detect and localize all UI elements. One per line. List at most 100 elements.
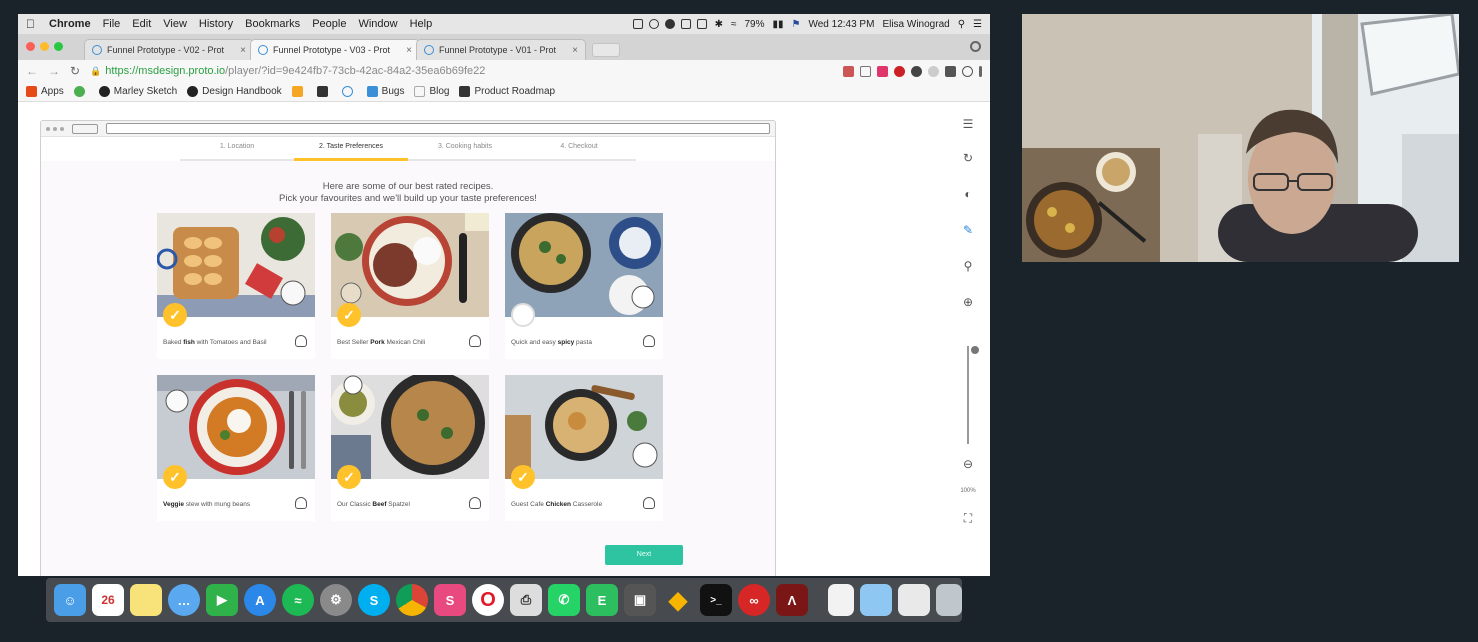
status-app-icon[interactable] bbox=[632, 19, 643, 29]
browser-tab[interactable]: Funnel Prototype - V02 - Prot × bbox=[84, 39, 254, 60]
zoom-out-icon[interactable]: ⊖ bbox=[960, 456, 976, 472]
recipe-card[interactable]: Quick and easy spicy pasta bbox=[505, 213, 663, 359]
menu-window[interactable]: Window bbox=[358, 18, 397, 30]
calendar-icon[interactable]: 26 bbox=[92, 584, 124, 616]
close-tab-icon[interactable]: × bbox=[406, 45, 412, 56]
extension-pinterest-icon[interactable] bbox=[894, 65, 905, 77]
recipe-card[interactable]: ✓ Guest Cafe Chicken Casserole bbox=[505, 375, 663, 521]
close-window-button[interactable] bbox=[26, 42, 35, 51]
system-preferences-icon[interactable]: ⚙ bbox=[320, 584, 352, 616]
wifi-icon[interactable]: ≈ bbox=[731, 19, 737, 30]
menu-icon[interactable]: ☰ bbox=[960, 116, 976, 132]
zoom-window-button[interactable] bbox=[54, 42, 63, 51]
selected-check-icon[interactable]: ✓ bbox=[337, 465, 361, 489]
step-location[interactable]: 1. Location bbox=[180, 137, 294, 159]
bookmark-item[interactable] bbox=[291, 86, 307, 97]
bluetooth-icon[interactable]: ✱ bbox=[715, 19, 723, 30]
bookmark-bugs[interactable]: Bugs bbox=[366, 86, 404, 97]
step-taste-preferences[interactable]: 2. Taste Preferences bbox=[294, 137, 408, 161]
menu-edit[interactable]: Edit bbox=[132, 18, 151, 30]
disk-utility-icon[interactable]: ▣ bbox=[624, 584, 656, 616]
opera-icon[interactable]: O bbox=[472, 584, 504, 616]
menu-help[interactable]: Help bbox=[410, 18, 433, 30]
selected-check-icon[interactable]: ✓ bbox=[511, 465, 535, 489]
acrobat-icon[interactable]: Λ bbox=[776, 584, 808, 616]
bookmark-apps[interactable]: Apps bbox=[26, 86, 64, 97]
notification-center-icon[interactable]: ☰ bbox=[973, 19, 982, 30]
extension-grey-icon[interactable] bbox=[928, 65, 939, 77]
flag-icon[interactable]: ⚑ bbox=[792, 19, 801, 30]
star-bookmark-icon[interactable] bbox=[860, 65, 871, 77]
back-icon[interactable]: ← bbox=[26, 64, 38, 78]
apple-icon[interactable]:  bbox=[26, 17, 35, 31]
documents-stack-icon[interactable] bbox=[828, 584, 854, 616]
hotspot-icon[interactable]: ⚲ bbox=[960, 258, 976, 274]
selected-check-icon[interactable]: ✓ bbox=[163, 465, 187, 489]
chat-icon[interactable]: … bbox=[168, 584, 200, 616]
printer-icon[interactable]: ⎙ bbox=[510, 584, 542, 616]
status-cloud-icon[interactable] bbox=[664, 19, 675, 29]
bookmark-product-roadmap[interactable]: Product Roadmap bbox=[459, 86, 555, 97]
zoom-slider[interactable] bbox=[967, 346, 979, 444]
sketch-plugin-icon[interactable]: S bbox=[434, 584, 466, 616]
edit-link-icon[interactable]: ✎ bbox=[960, 222, 976, 238]
app-store-icon[interactable]: A bbox=[244, 584, 276, 616]
recipe-card[interactable]: ✓ Baked fish with Tomatoes and Basil bbox=[157, 213, 315, 359]
extension-pocket-icon[interactable] bbox=[945, 65, 956, 77]
folder-icon[interactable] bbox=[860, 584, 892, 616]
trash-icon[interactable] bbox=[936, 584, 962, 616]
finder-icon[interactable]: ☺ bbox=[54, 584, 86, 616]
close-tab-icon[interactable]: × bbox=[240, 45, 246, 56]
next-button[interactable]: Next bbox=[605, 545, 683, 565]
notes-icon[interactable] bbox=[130, 584, 162, 616]
restart-icon[interactable]: ↻ bbox=[960, 150, 976, 166]
downloads-stack-icon[interactable] bbox=[898, 584, 930, 616]
sketch-icon[interactable]: ◆ bbox=[662, 584, 694, 616]
menu-bookmarks[interactable]: Bookmarks bbox=[245, 18, 300, 30]
close-tab-icon[interactable]: × bbox=[572, 45, 578, 56]
profile-icon[interactable] bbox=[970, 41, 981, 52]
evernote-icon[interactable]: E bbox=[586, 584, 618, 616]
contrast-icon[interactable]: ◐ bbox=[960, 186, 976, 202]
menu-history[interactable]: History bbox=[199, 18, 233, 30]
whatsapp-icon[interactable]: ✆ bbox=[548, 584, 580, 616]
menu-file[interactable]: File bbox=[103, 18, 121, 30]
zoom-slider-knob[interactable] bbox=[971, 346, 979, 354]
menubar-datetime[interactable]: Wed 12:43 PM bbox=[808, 19, 874, 30]
extension-drop-icon[interactable] bbox=[911, 65, 922, 77]
minimize-window-button[interactable] bbox=[40, 42, 49, 51]
prototype-nav-arrows[interactable] bbox=[72, 123, 98, 134]
chrome-icon[interactable] bbox=[396, 584, 428, 616]
zoom-in-icon[interactable]: ⊕ bbox=[960, 294, 976, 310]
status-display-icon[interactable] bbox=[696, 19, 707, 29]
spotify-icon[interactable]: ≈ bbox=[282, 584, 314, 616]
prototype-url-field[interactable] bbox=[106, 123, 770, 134]
extension-calendar-icon[interactable] bbox=[877, 65, 888, 77]
bookmark-marley-sketch[interactable]: Marley Sketch bbox=[98, 86, 177, 97]
menubar-user[interactable]: Elisa Winograd bbox=[882, 19, 949, 30]
fullscreen-icon[interactable]: ⛶ bbox=[960, 510, 976, 526]
recipe-card[interactable]: ✓ Veggie stew with mung beans bbox=[157, 375, 315, 521]
menu-view[interactable]: View bbox=[163, 18, 187, 30]
bookmark-item[interactable] bbox=[73, 86, 89, 97]
browser-tab[interactable]: Funnel Prototype - V01 - Prot × bbox=[416, 39, 586, 60]
bookmark-item[interactable] bbox=[316, 86, 332, 97]
new-tab-button[interactable] bbox=[592, 43, 620, 57]
chrome-menu-icon[interactable] bbox=[979, 65, 982, 77]
unselected-check-icon[interactable] bbox=[511, 303, 535, 327]
step-cooking-habits[interactable]: 3. Cooking habits bbox=[408, 137, 522, 159]
menu-people[interactable]: People bbox=[312, 18, 346, 30]
recipe-card[interactable]: ✓ Best Seller Pork Mexican Chili bbox=[331, 213, 489, 359]
recipe-card[interactable]: ✓ Our Classic Beef Spatzel bbox=[331, 375, 489, 521]
bookmark-item[interactable] bbox=[341, 86, 357, 97]
battery-percent[interactable]: 79% bbox=[744, 19, 764, 30]
status-1password-icon[interactable] bbox=[648, 19, 659, 29]
infinity-app-icon[interactable]: ∞ bbox=[738, 584, 770, 616]
facetime-icon[interactable]: ▶ bbox=[206, 584, 238, 616]
extension-info-icon[interactable] bbox=[962, 65, 973, 77]
translate-icon[interactable] bbox=[843, 65, 854, 77]
selected-check-icon[interactable]: ✓ bbox=[163, 303, 187, 327]
reload-icon[interactable]: ↻ bbox=[70, 64, 80, 78]
spotlight-search-icon[interactable]: ⚲ bbox=[958, 19, 965, 30]
status-drive-icon[interactable] bbox=[680, 19, 691, 29]
